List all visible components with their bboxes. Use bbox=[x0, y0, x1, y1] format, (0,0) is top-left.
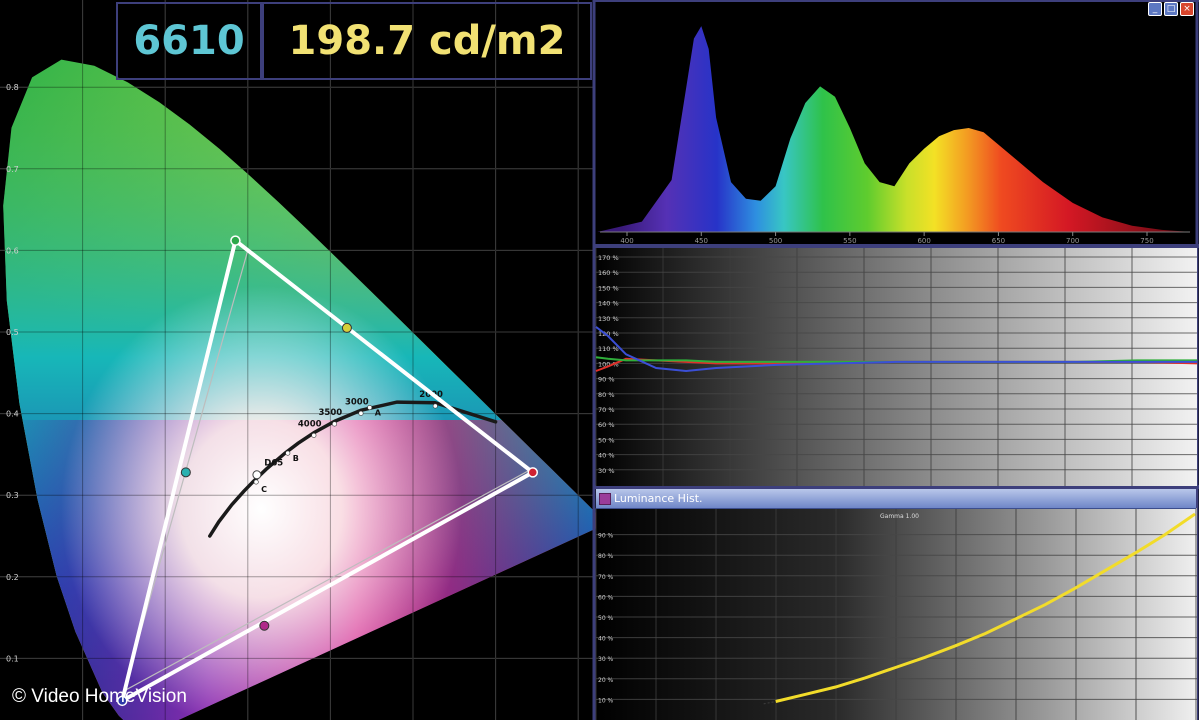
luminance-y-tick-label: 40 % bbox=[598, 636, 614, 643]
secondary-point-yellow bbox=[341, 322, 352, 333]
copyright-text: © Video HomeVision bbox=[12, 686, 187, 707]
rgb-y-tick-label: 150 % bbox=[598, 284, 619, 292]
secondary-point-cyan bbox=[180, 467, 191, 478]
rgb-y-tick-label: 170 % bbox=[598, 254, 619, 262]
cie-y-tick-label: 0.5 bbox=[6, 328, 19, 337]
primary-point-green bbox=[230, 235, 241, 246]
planckian-label: D65 bbox=[264, 459, 283, 469]
measured-white-point bbox=[252, 470, 262, 480]
rgb-y-tick-label: 160 % bbox=[598, 269, 619, 277]
spectrum-tick-label: 700 bbox=[1066, 237, 1079, 245]
cie-y-tick-label: 0.4 bbox=[6, 410, 19, 419]
planckian-point bbox=[332, 421, 338, 427]
gamma-label: Gamma 1.00 bbox=[880, 513, 919, 520]
rgb-y-tick-label: 110 % bbox=[598, 345, 619, 353]
luminance-y-tick-label: 90 % bbox=[598, 533, 614, 540]
rgb-balance-panel: 170 %160 %150 %140 %130 %120 %110 %100 %… bbox=[595, 248, 1198, 486]
secondary-point-magenta bbox=[259, 620, 270, 631]
spectrum-tick-label: 650 bbox=[992, 237, 1005, 245]
luminance-y-tick-labels: 90 % 80 % 70 % 60 % 50 % 40 % 30 % 20 % 10 % bbox=[598, 533, 614, 705]
illuminant-point bbox=[367, 405, 373, 411]
illuminant-label: C bbox=[261, 485, 267, 494]
spectrum-tick-label: 550 bbox=[843, 237, 856, 245]
window-app-icon bbox=[599, 493, 611, 505]
luminance-y-tick-label: 30 % bbox=[598, 656, 614, 663]
luminance-y-tick-label: 50 % bbox=[598, 615, 614, 622]
cie-panel: 0.80.70.60.50.40.30.20.1 200030003500400… bbox=[0, 0, 607, 720]
minimize-button[interactable]: _ bbox=[1148, 2, 1162, 16]
planckian-label: 3000 bbox=[345, 397, 369, 407]
illuminant-point bbox=[285, 450, 291, 456]
cie-y-tick-label: 0.2 bbox=[6, 573, 19, 582]
planckian-label: 4000 bbox=[298, 419, 322, 429]
rgb-y-tick-label: 60 % bbox=[598, 421, 615, 429]
rgb-y-tick-label: 30 % bbox=[598, 467, 615, 475]
planckian-point bbox=[358, 410, 364, 416]
spectrum-tick-label: 500 bbox=[769, 237, 782, 245]
measurement-screen: 0.80.70.60.50.40.30.20.1 200030003500400… bbox=[0, 0, 1199, 720]
spectrum-tick-label: 750 bbox=[1140, 237, 1153, 245]
primary-point-red bbox=[527, 467, 539, 478]
luminance-readout: 198.7 cd/m2 bbox=[262, 2, 592, 80]
planckian-point bbox=[311, 432, 317, 438]
rgb-y-tick-label: 40 % bbox=[598, 452, 615, 460]
cie-y-tick-label: 0.8 bbox=[6, 83, 19, 92]
window-title: Luminance Hist. bbox=[614, 492, 703, 505]
rgb-y-tick-label: 80 % bbox=[598, 391, 615, 399]
luminance-window-titlebar[interactable]: Luminance Hist. bbox=[596, 489, 1196, 509]
rgb-y-tick-label: 50 % bbox=[598, 436, 615, 444]
luminance-y-tick-label: 70 % bbox=[598, 574, 614, 581]
spectrum-tick-label: 400 bbox=[620, 237, 633, 245]
spectrum-tick-label: 450 bbox=[695, 237, 708, 245]
rgb-y-tick-label: 90 % bbox=[598, 376, 615, 384]
planckian-label: 3500 bbox=[319, 408, 343, 418]
illuminant-point bbox=[253, 479, 259, 485]
spectrum-tick-label: 600 bbox=[917, 237, 930, 245]
rgb-y-tick-label: 140 % bbox=[598, 300, 619, 308]
luminance-y-tick-label: 60 % bbox=[598, 594, 614, 601]
cie-y-tick-label: 0.6 bbox=[6, 246, 19, 255]
luminance-panel: 90 % 80 % 70 % 60 % 50 % 40 % 30 % 20 % 10 % Gam… bbox=[595, 508, 1197, 720]
rgb-y-tick-label: 130 % bbox=[598, 315, 619, 323]
cie-y-tick-label: 0.7 bbox=[6, 165, 19, 174]
close-button[interactable]: × bbox=[1180, 2, 1194, 16]
maximize-button[interactable]: □ bbox=[1164, 2, 1178, 16]
luminance-y-tick-label: 20 % bbox=[598, 677, 614, 684]
cie-y-tick-label: 0.3 bbox=[6, 491, 19, 500]
luminance-y-tick-label: 10 % bbox=[598, 697, 614, 704]
illuminant-label: B bbox=[293, 454, 299, 463]
rgb-y-tick-label: 70 % bbox=[598, 406, 615, 414]
cie-y-tick-label: 0.1 bbox=[6, 654, 19, 663]
cct-readout: 6610 bbox=[116, 2, 262, 80]
planckian-point bbox=[432, 403, 438, 409]
luminance-y-tick-label: 80 % bbox=[598, 553, 614, 560]
illuminant-label: A bbox=[375, 409, 382, 418]
